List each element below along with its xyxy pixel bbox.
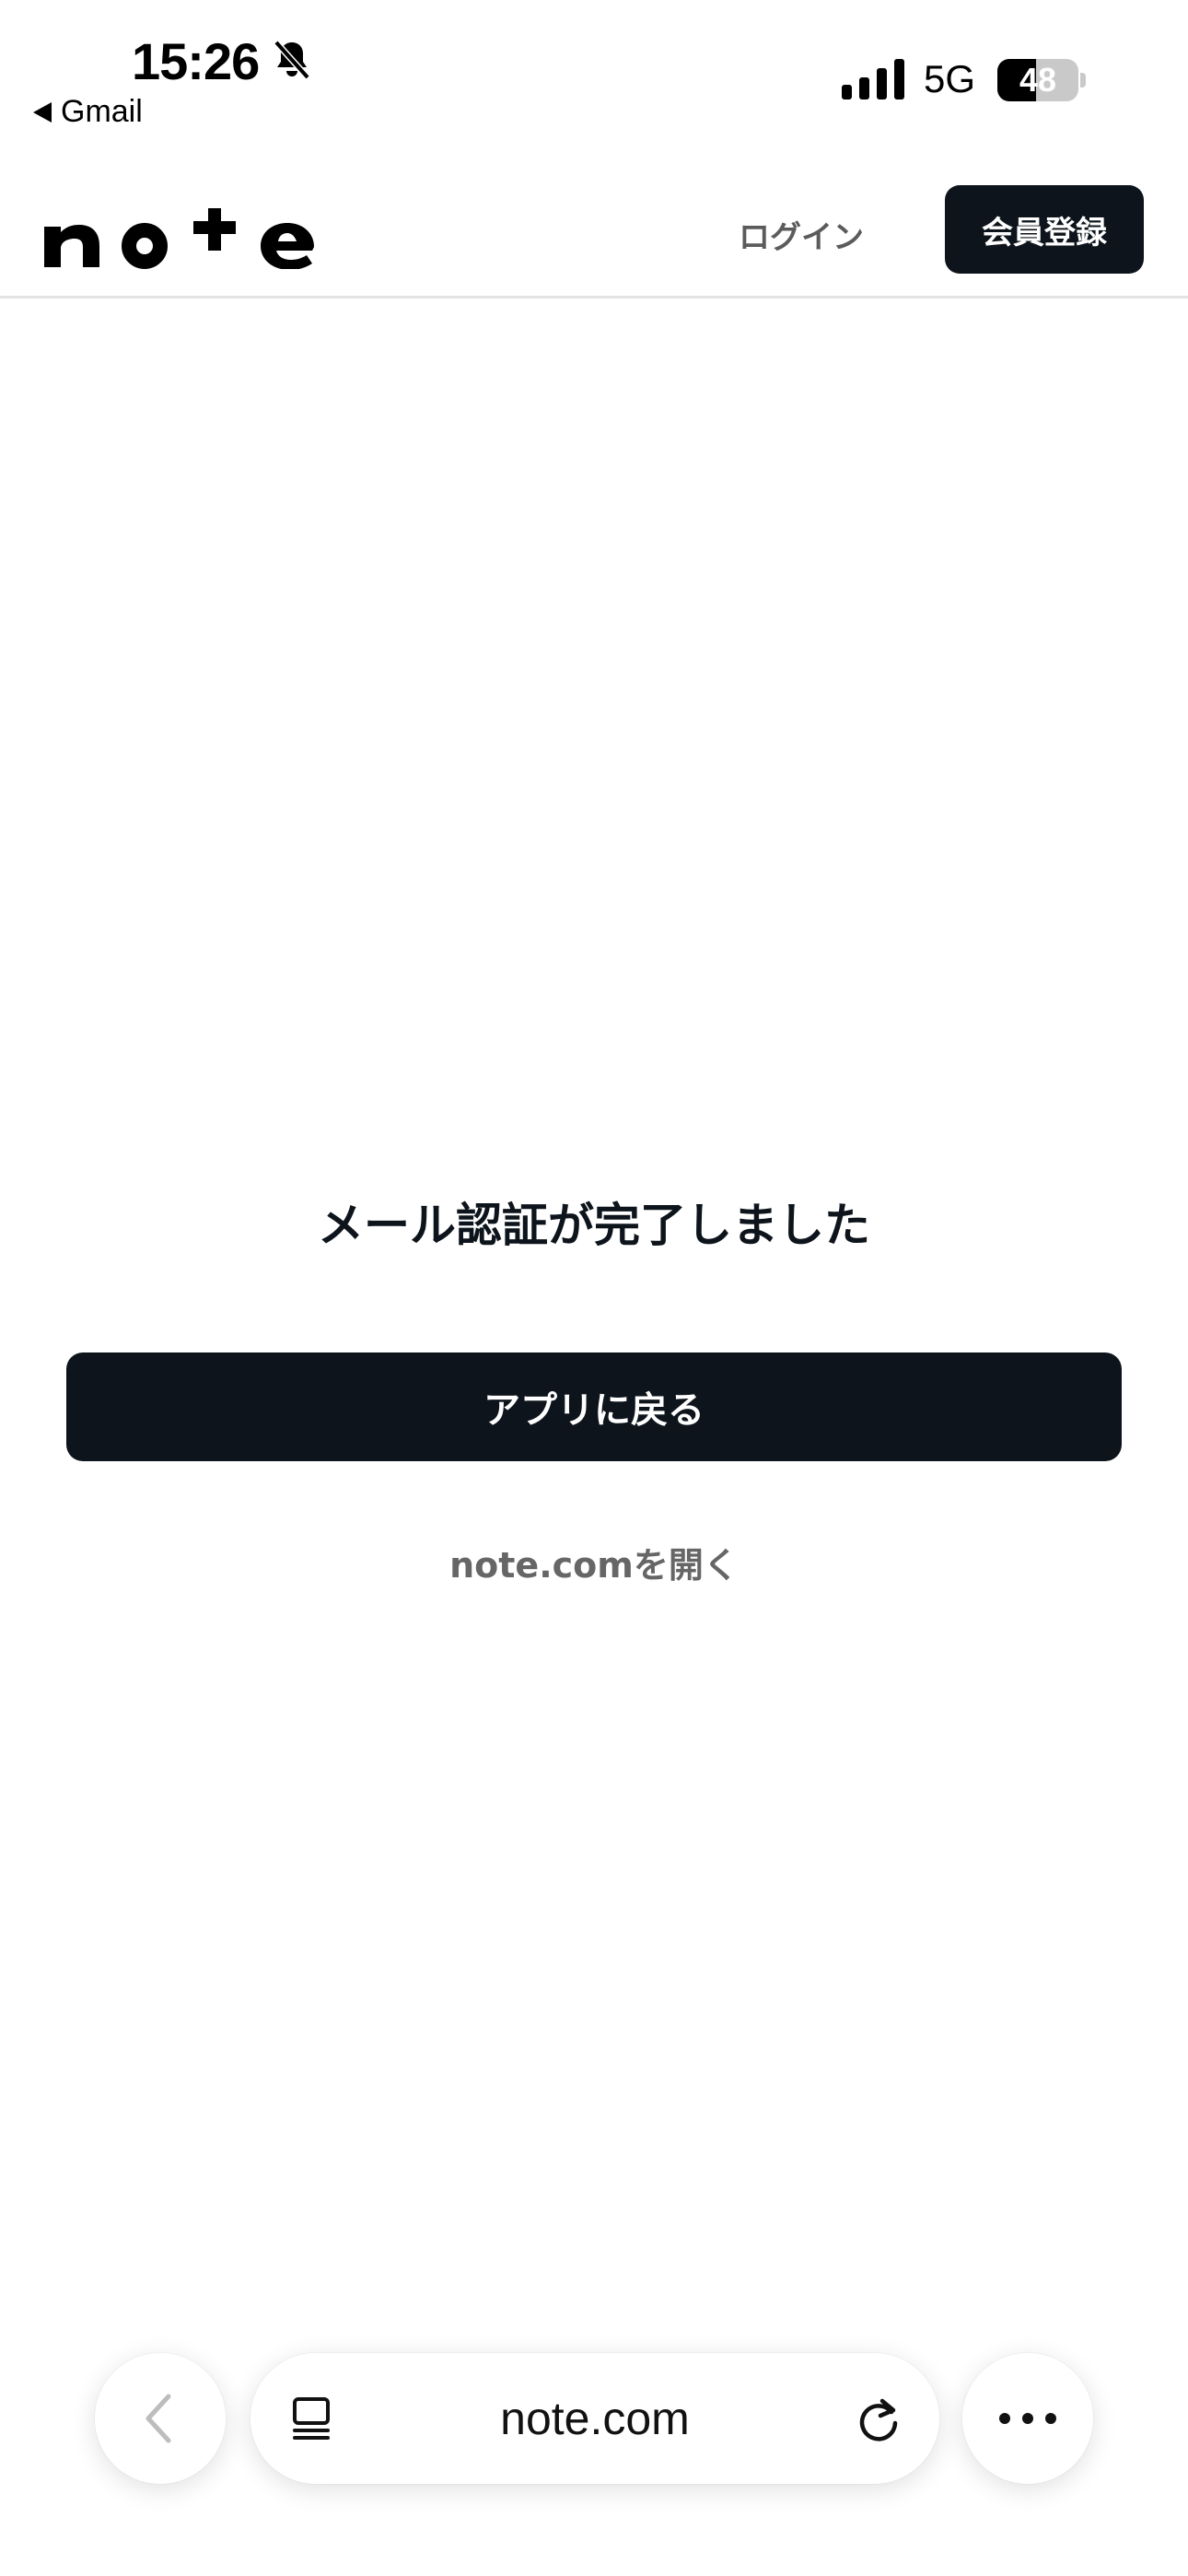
verification-complete-message: メール認証が完了しました (318, 1199, 870, 1252)
chevron-left-icon (146, 2394, 171, 2443)
battery-level: 48 (1019, 61, 1057, 99)
tab-overview-icon[interactable] (289, 2395, 335, 2441)
bell-slash-icon (274, 40, 310, 80)
return-to-app-button[interactable]: アプリに戻る (66, 1352, 1122, 1461)
back-app-label: Gmail (61, 94, 143, 129)
page: 15:26 Gmail 5G 48 ログイン 会員登録 メール認証が完了しました… (0, 0, 1188, 2576)
status-bar: 15:26 Gmail 5G 48 (0, 0, 1188, 157)
browser-more-button[interactable] (962, 2353, 1093, 2484)
browser-toolbar: note.com (0, 2322, 1188, 2576)
open-note-link[interactable]: note.comを開く (318, 1529, 870, 1594)
browser-back-button[interactable] (95, 2353, 226, 2484)
note-logo[interactable] (42, 205, 319, 269)
status-time: 15:26 (132, 32, 260, 90)
url-text[interactable]: note.com (361, 2353, 829, 2484)
battery-icon: 48 (997, 59, 1078, 101)
signal-icon (842, 59, 904, 100)
back-to-app-link[interactable]: Gmail (33, 94, 143, 130)
back-triangle-icon (33, 101, 52, 123)
more-icon (999, 2413, 1056, 2424)
network-type: 5G (924, 57, 976, 100)
site-header: ログイン 会員登録 (0, 157, 1188, 299)
login-link[interactable]: ログイン (718, 206, 884, 262)
signup-button[interactable]: 会員登録 (945, 185, 1144, 274)
battery-tip (1080, 73, 1086, 88)
reload-icon[interactable] (855, 2395, 903, 2443)
address-bar[interactable]: note.com (250, 2353, 939, 2484)
